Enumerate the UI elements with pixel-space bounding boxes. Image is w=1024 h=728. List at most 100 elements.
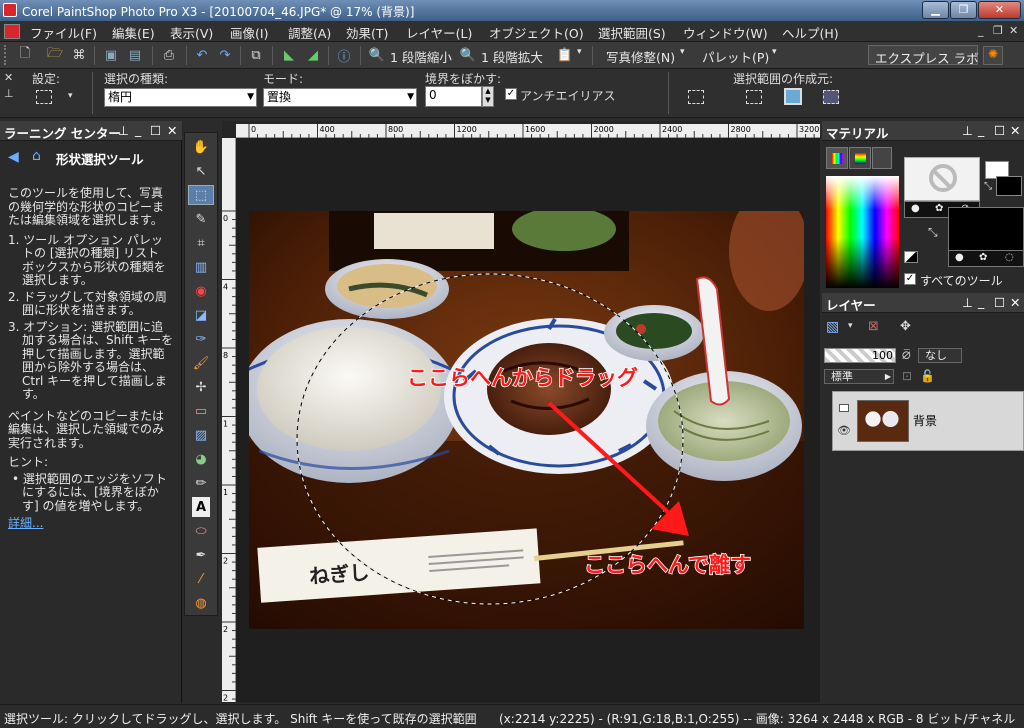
maximize-icon[interactable]: ☐: [994, 123, 1005, 138]
red-eye-tool-icon[interactable]: ◉: [188, 281, 214, 301]
presets-icon[interactable]: [36, 90, 52, 104]
menu-image[interactable]: 画像(I): [230, 23, 268, 42]
mode-select[interactable]: 置換 ▼: [263, 88, 417, 107]
undo-icon[interactable]: ↶: [193, 46, 211, 64]
home-icon[interactable]: ⌂: [32, 148, 41, 164]
presets-dropdown-icon[interactable]: ▾: [68, 91, 73, 101]
new-layer-dropdown-icon[interactable]: ▾: [848, 321, 853, 331]
menu-help[interactable]: ヘルプ(H): [782, 23, 839, 42]
pan-tool-icon[interactable]: ✋: [188, 137, 214, 157]
feather-spinner[interactable]: ▲ ▼: [482, 86, 494, 107]
maximize-icon[interactable]: ☐: [994, 295, 1005, 310]
minimize-icon[interactable]: _: [978, 122, 984, 137]
menu-effects[interactable]: 効果(T): [346, 23, 388, 42]
close-button[interactable]: ✕: [978, 1, 1021, 19]
close-icon[interactable]: ✕: [1010, 123, 1020, 138]
palette-menu[interactable]: パレット(P): [702, 47, 769, 66]
swap-materials-icon[interactable]: ⤡: [928, 225, 938, 240]
gradient-style-icon[interactable]: ✿: [979, 252, 987, 263]
rotate-right-icon[interactable]: ◢: [304, 46, 322, 64]
clipboard-dropdown-icon[interactable]: ▾: [577, 47, 582, 57]
dodge-tool-icon[interactable]: ✢: [188, 377, 214, 397]
photo-fix-menu[interactable]: 写真修整(N): [606, 47, 675, 66]
paint-brush-icon[interactable]: 🖌: [188, 353, 214, 373]
mdi-restore-icon[interactable]: ❐: [993, 24, 1003, 37]
zoom-out-icon[interactable]: 🔍: [368, 46, 386, 64]
rainbow-tab-icon[interactable]: [849, 147, 871, 169]
save-as-icon[interactable]: ▤: [126, 46, 144, 64]
palette-pin-icon[interactable]: ⊥: [4, 87, 14, 100]
solid-style-icon[interactable]: ●: [911, 203, 920, 214]
feather-input[interactable]: 0: [425, 86, 482, 107]
save-icon[interactable]: ▣: [102, 46, 120, 64]
swap-colors-icon[interactable]: ⤡: [984, 181, 992, 192]
maximize-button[interactable]: ❐: [950, 1, 977, 19]
eraser-tool-icon[interactable]: ▭: [188, 401, 214, 421]
minimize-icon[interactable]: _: [978, 294, 984, 309]
makeover-tool-icon[interactable]: ◪: [188, 305, 214, 325]
delete-layer-icon[interactable]: ⊠: [868, 319, 886, 335]
pick-tool-icon[interactable]: ↖: [188, 161, 214, 181]
back-arrow-icon[interactable]: ◀: [8, 149, 19, 165]
eye-icon[interactable]: 👁: [837, 424, 851, 437]
from-mask-icon[interactable]: [823, 90, 839, 104]
new-file-icon[interactable]: 🗋: [16, 46, 34, 64]
background-material-swatch[interactable]: [948, 207, 1024, 251]
zoom-out-button[interactable]: 1 段階縮小: [390, 47, 452, 66]
color-changer-icon[interactable]: ✏: [188, 473, 214, 493]
menu-file[interactable]: ファイル(F): [30, 23, 97, 42]
mdi-close-icon[interactable]: ✕: [1009, 24, 1018, 37]
rotate-left-icon[interactable]: ◣: [280, 46, 298, 64]
swatches-tab-icon[interactable]: [872, 147, 892, 169]
opacity-slider[interactable]: 100: [824, 348, 896, 363]
zoom-in-icon[interactable]: 🔍: [459, 46, 477, 64]
oil-brush-icon[interactable]: ◍: [188, 593, 214, 613]
photo-canvas[interactable]: ねぎし ここらへんからドラッグ ここらへんで離す: [249, 211, 804, 629]
all-tools-checkbox[interactable]: ✓: [904, 273, 916, 285]
foreground-material-swatch[interactable]: [904, 157, 980, 201]
redo-icon[interactable]: ↷: [216, 46, 234, 64]
crop-tool-icon[interactable]: ⌗: [188, 233, 214, 253]
layer-row-background[interactable]: 👁 背景: [832, 391, 1024, 451]
menu-selections[interactable]: 選択範囲(S): [598, 23, 666, 42]
more-info-link[interactable]: 詳細...: [8, 516, 174, 531]
pin-icon[interactable]: ⊥: [118, 123, 129, 138]
menu-view[interactable]: 表示(V): [170, 23, 213, 42]
background-style-buttons[interactable]: ● ✿ ◌: [948, 250, 1024, 267]
menu-objects[interactable]: オブジェクト(O): [489, 23, 584, 42]
warp-brush-icon[interactable]: ⁄: [188, 569, 214, 589]
layer-name[interactable]: 背景: [913, 412, 937, 429]
minimize-icon[interactable]: _: [135, 122, 141, 137]
mdi-minimize-icon[interactable]: _: [978, 24, 984, 37]
lock-icon[interactable]: 🔓: [920, 369, 935, 383]
frame-tab-icon[interactable]: [826, 147, 848, 169]
new-layer-icon[interactable]: ▧: [826, 319, 846, 335]
flood-fill-icon[interactable]: ◕: [188, 449, 214, 469]
open-folder-icon[interactable]: 🗁: [46, 46, 64, 64]
lock-transparency-icon[interactable]: ⊡: [902, 369, 912, 383]
gradient-style-icon[interactable]: ✿: [935, 203, 943, 214]
maximize-icon[interactable]: ☐: [150, 123, 161, 138]
layer-properties-icon[interactable]: ✥: [900, 319, 918, 335]
antialias-checkbox[interactable]: ✓: [505, 88, 517, 100]
blend-none-button[interactable]: なし: [918, 348, 962, 363]
dropper-tool-icon[interactable]: ✎: [188, 209, 214, 229]
color-spectrum-picker[interactable]: [826, 176, 899, 288]
menu-layers[interactable]: レイヤー(L): [406, 23, 472, 42]
picture-tube-icon[interactable]: ▨: [188, 425, 214, 445]
clipboard-icon[interactable]: 📋: [556, 46, 574, 64]
straighten-tool-icon[interactable]: ▥: [188, 257, 214, 277]
background-color-box[interactable]: [996, 176, 1022, 196]
selection-type-select[interactable]: 楕円 ▼: [104, 88, 257, 107]
close-icon[interactable]: ✕: [1010, 295, 1020, 310]
pen-tool-icon[interactable]: ✒: [188, 545, 214, 565]
menu-window[interactable]: ウィンドウ(W): [683, 23, 768, 42]
from-vector-icon[interactable]: [746, 90, 762, 104]
text-tool-icon[interactable]: A: [192, 497, 210, 517]
blend-mode-select[interactable]: 標準 ▶: [824, 369, 894, 384]
link-icon[interactable]: ⦱: [902, 348, 911, 363]
browse-icon[interactable]: ⌘: [70, 46, 88, 64]
solid-style-icon[interactable]: ●: [955, 252, 964, 263]
doc-icon[interactable]: [4, 24, 20, 39]
pin-icon[interactable]: ⊥: [962, 295, 973, 310]
